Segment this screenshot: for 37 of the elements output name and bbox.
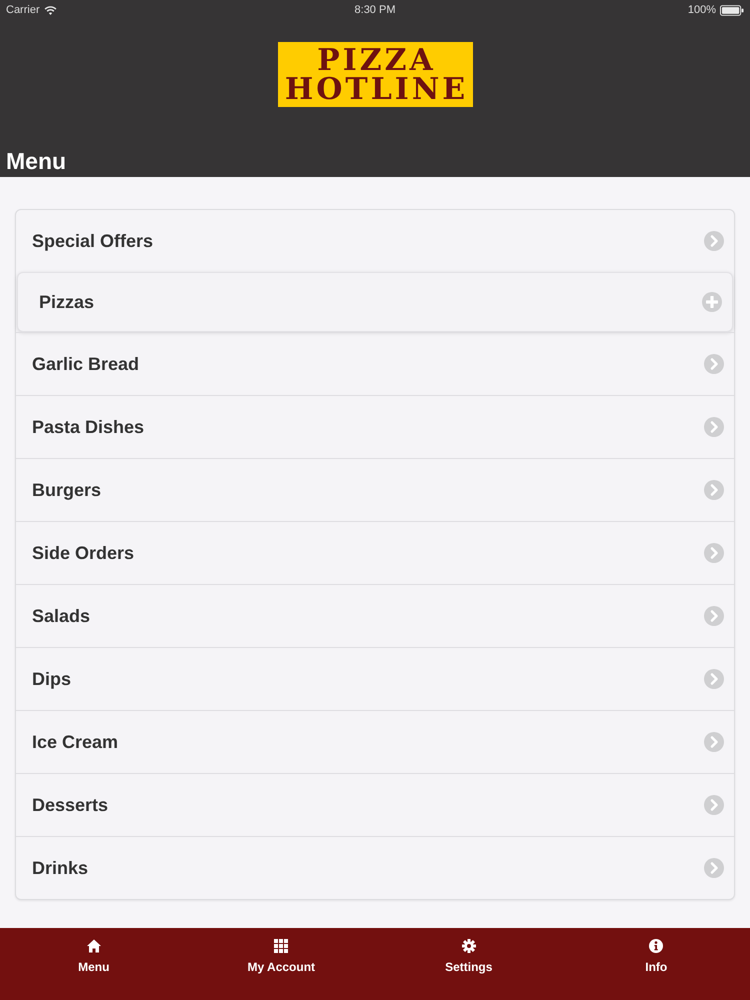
menu-category-item[interactable]: Garlic Bread bbox=[16, 332, 734, 395]
menu-category-item[interactable]: Pasta Dishes bbox=[16, 395, 734, 458]
chevron-right-icon bbox=[704, 606, 724, 626]
chevron-right-icon bbox=[704, 858, 724, 878]
menu-category-item[interactable]: Salads bbox=[16, 584, 734, 647]
chevron-right-icon bbox=[704, 354, 724, 374]
menu-category-item[interactable]: Desserts bbox=[16, 773, 734, 836]
info-icon bbox=[649, 939, 664, 953]
chevron-right-icon bbox=[704, 795, 724, 815]
chevron-right-icon bbox=[704, 417, 724, 437]
chevron-right-icon bbox=[704, 480, 724, 500]
menu-category-item[interactable]: Pizzas bbox=[17, 272, 733, 332]
chevron-right-icon bbox=[704, 669, 724, 689]
menu-category-item[interactable]: Special Offers bbox=[16, 210, 734, 272]
home-icon bbox=[86, 939, 101, 953]
chevron-right-icon bbox=[704, 543, 724, 563]
menu-category-item[interactable]: Drinks bbox=[16, 836, 734, 899]
clock-time: 8:30 PM bbox=[354, 4, 396, 16]
plus-icon bbox=[702, 292, 722, 312]
wifi-icon bbox=[44, 6, 57, 14]
tab-bar-item[interactable]: Info bbox=[562, 928, 750, 974]
tab-bar-item[interactable]: My Account bbox=[188, 928, 375, 974]
chevron-right-icon bbox=[704, 732, 724, 752]
menu-category-item[interactable]: Side Orders bbox=[16, 521, 734, 584]
menu-category-item[interactable]: Burgers bbox=[16, 458, 734, 521]
settings-icon bbox=[462, 939, 476, 953]
battery-icon bbox=[720, 4, 744, 16]
grid-icon bbox=[274, 939, 288, 953]
chevron-right-icon bbox=[704, 231, 724, 251]
tab-bar-item[interactable]: Menu bbox=[0, 928, 188, 974]
menu-category-item[interactable]: Dips bbox=[16, 647, 734, 710]
page-title: Menu bbox=[5, 148, 68, 176]
tab-bar-item[interactable]: Settings bbox=[375, 928, 562, 974]
menu-category-item[interactable]: Ice Cream bbox=[16, 710, 734, 773]
carrier-label: Carrier bbox=[6, 4, 40, 16]
pizza-hotline-logo: PIZZA HOTLINE bbox=[278, 42, 472, 107]
battery-percentage: 100% bbox=[688, 4, 716, 16]
